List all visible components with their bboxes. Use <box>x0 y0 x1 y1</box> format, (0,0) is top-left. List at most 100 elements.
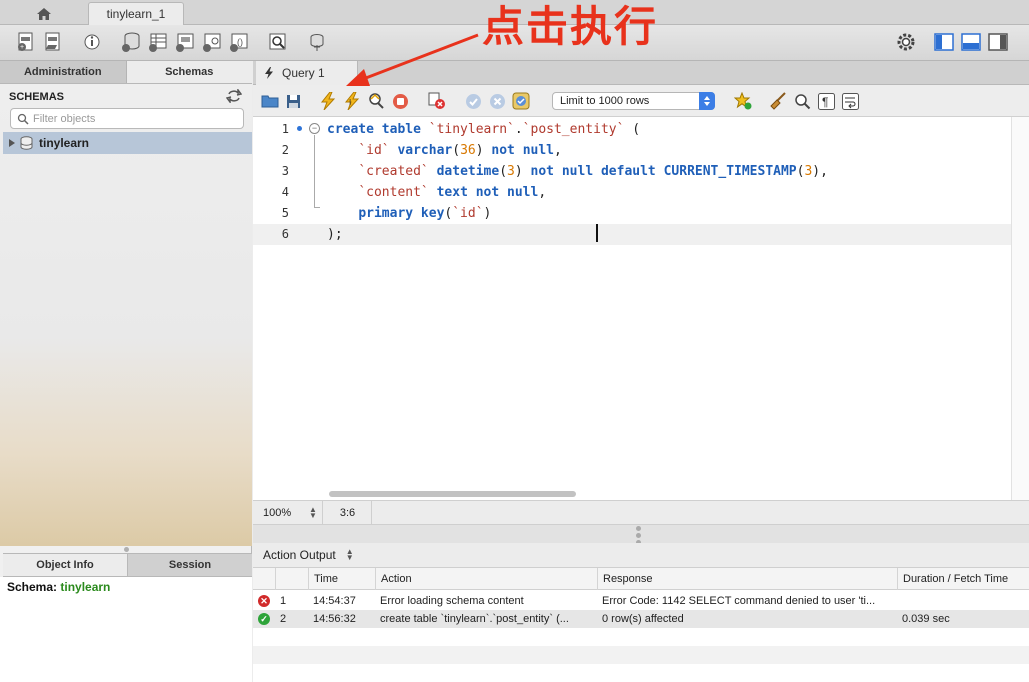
tab-administration[interactable]: Administration <box>0 61 127 83</box>
limit-rows-stepper-icon[interactable] <box>699 92 715 110</box>
line-number: 5 <box>281 206 289 220</box>
open-script-button[interactable] <box>261 92 279 110</box>
toggle-word-wrap-button[interactable] <box>841 92 859 110</box>
code-token: ), <box>812 164 828 179</box>
expand-arrow-icon[interactable] <box>9 139 15 147</box>
column-time[interactable]: Time <box>308 568 375 590</box>
sidebar-splitter[interactable] <box>0 546 252 553</box>
code-token: varchar <box>397 143 453 158</box>
zoom-select[interactable]: 100% ▲ ▼ <box>253 501 323 525</box>
column-status[interactable] <box>253 568 275 590</box>
save-disk-icon <box>286 94 300 108</box>
connection-tab[interactable]: tinylearn_1 <box>88 2 184 25</box>
inspector-button[interactable] <box>81 31 103 53</box>
table-plus-icon <box>149 33 167 52</box>
output-selector-stepper-icon[interactable]: ▲ ▼ <box>346 548 354 562</box>
preferences-button[interactable] <box>895 31 917 53</box>
column-action[interactable]: Action <box>375 568 597 590</box>
code-token: ) <box>514 164 531 179</box>
fold-toggle-icon[interactable]: − <box>309 123 320 134</box>
find-button[interactable] <box>793 92 811 110</box>
filter-objects-input[interactable] <box>33 110 239 127</box>
toggle-output-panel-button[interactable] <box>960 31 982 53</box>
tab-session[interactable]: Session <box>128 554 252 576</box>
code-token: create table <box>327 122 429 137</box>
code-line[interactable]: 5 primary key(`id`) <box>253 203 1011 224</box>
column-duration[interactable]: Duration / Fetch Time <box>897 568 1029 590</box>
code-text: ); <box>327 224 343 245</box>
database-reconnect-icon <box>310 34 324 51</box>
code-line[interactable]: 2 `id` varchar(36) not null, <box>253 140 1011 161</box>
create-function-button[interactable]: () <box>228 31 250 53</box>
save-script-button[interactable] <box>284 92 302 110</box>
editor-horizontal-scrollbar[interactable] <box>253 487 1011 500</box>
create-schema-button[interactable] <box>120 31 142 53</box>
output-row[interactable]: ✕ 1 14:54:37 Error loading schema conten… <box>253 592 1029 610</box>
zoom-value: 100% <box>263 507 292 519</box>
sidebar-tabs: Administration Schemas <box>0 61 252 84</box>
view-plus-icon <box>176 33 194 52</box>
limit-rows-select[interactable]: Limit to 1000 rows <box>552 92 715 110</box>
code-line[interactable]: 1 create table `tinylearn`.`post_entity` … <box>253 119 1011 140</box>
cursor-position: 3:6 <box>324 501 372 525</box>
row-action: create table `tinylearn`.`post_entity` (… <box>380 613 569 625</box>
column-number[interactable] <box>275 568 308 590</box>
beautify-button[interactable] <box>769 92 787 110</box>
search-table-data-button[interactable] <box>267 31 289 53</box>
statement-marker-icon <box>297 126 302 131</box>
tab-object-info[interactable]: Object Info <box>3 554 128 576</box>
tab-schemas[interactable]: Schemas <box>126 61 252 83</box>
code-token: `id` <box>452 206 484 221</box>
add-snippet-button[interactable] <box>734 92 752 110</box>
new-sql-tab-button[interactable]: + <box>15 31 37 53</box>
code-token: ) <box>475 143 492 158</box>
error-status-icon: ✕ <box>258 595 270 607</box>
home-tab[interactable] <box>4 2 84 25</box>
sql-editor[interactable]: 1 create table `tinylearn`.`post_entity` … <box>253 117 1011 500</box>
zoom-stepper-icon[interactable]: ▲ ▼ <box>309 506 317 520</box>
toggle-sidebar-button[interactable] <box>933 31 955 53</box>
row-number: 2 <box>280 613 287 625</box>
schema-tree-item[interactable]: tinylearn <box>3 132 252 154</box>
rollback-button[interactable] <box>488 92 506 110</box>
code-token: . <box>514 122 523 137</box>
create-view-button[interactable] <box>174 31 196 53</box>
create-table-button[interactable] <box>147 31 169 53</box>
star-plus-icon <box>734 92 752 110</box>
horizontal-scroll-thumb[interactable] <box>329 491 576 497</box>
row-time: 14:56:32 <box>313 613 356 625</box>
toggle-invisible-chars-button[interactable]: ¶ <box>817 92 835 110</box>
refresh-icon[interactable] <box>226 89 242 103</box>
action-output-table: Time Action Response Duration / Fetch Ti… <box>253 568 1029 682</box>
code-line[interactable]: 6); <box>253 224 1011 245</box>
code-token: not null <box>491 143 555 158</box>
schema-info-line: Schema: tinylearn <box>7 580 110 594</box>
create-procedure-button[interactable] <box>201 31 223 53</box>
row-duration: 0.039 sec <box>902 613 950 625</box>
svg-text:(): () <box>237 37 243 47</box>
code-token: `post_entity` <box>522 122 625 137</box>
code-line[interactable]: 4 `content` text not null, <box>253 182 1011 203</box>
info-tabs: Object Info Session <box>3 553 252 577</box>
output-row[interactable]: ✓ 2 14:56:32 create table `tinylearn`.`p… <box>253 610 1029 628</box>
code-token: not null default CURRENT_TIMESTAMP <box>530 164 797 179</box>
filter-objects-field <box>10 108 244 129</box>
code-line[interactable]: 3 `created` datetime(3) not null default… <box>253 161 1011 182</box>
editor-output-splitter[interactable] <box>253 525 1029 545</box>
open-sql-file-button[interactable] <box>42 31 64 53</box>
code-token: ( <box>499 164 508 179</box>
row-time: 14:54:37 <box>313 595 356 607</box>
right-panel-icon <box>988 33 1008 51</box>
stop-hand-icon <box>392 93 408 109</box>
commit-check-icon <box>465 93 481 109</box>
column-response[interactable]: Response <box>597 568 897 590</box>
autocommit-toggle-button[interactable] <box>512 92 530 110</box>
open-sql-file-icon <box>45 32 60 51</box>
reconnect-button[interactable] <box>306 31 328 53</box>
toggle-secondary-sidebar-button[interactable] <box>987 31 1009 53</box>
search-data-icon <box>269 33 286 50</box>
code-token: text not null <box>436 185 539 200</box>
output-panel-header[interactable]: Action Output ▲ ▼ <box>253 543 1029 568</box>
editor-vertical-scrollbar[interactable] <box>1011 117 1029 500</box>
